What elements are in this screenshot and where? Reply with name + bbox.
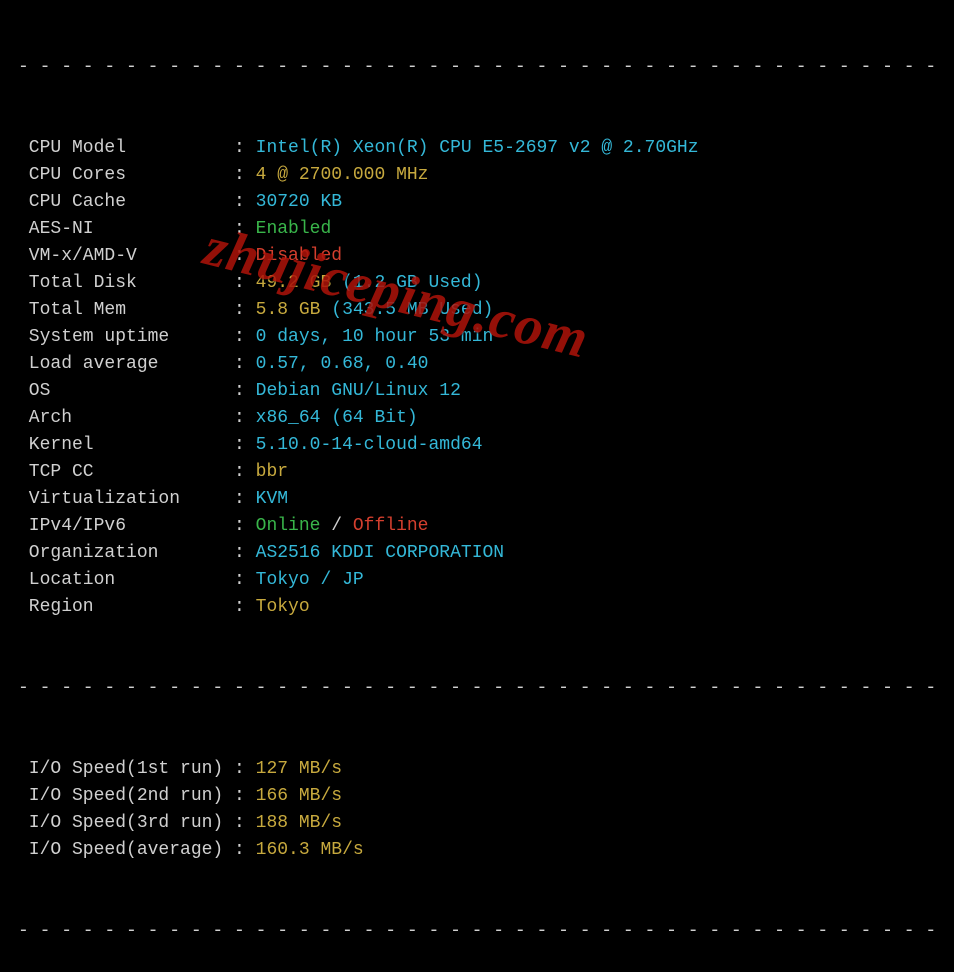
row-label: System uptime (18, 324, 234, 351)
row-colon: : (234, 759, 256, 779)
system-info-row: TCP CC : bbr (18, 459, 936, 486)
row-colon: : (234, 138, 256, 158)
row-label: Location (18, 567, 234, 594)
row-label: Organization (18, 540, 234, 567)
row-colon: : (234, 354, 256, 374)
row-value: (343.5 MB Used) (331, 300, 493, 320)
row-colon: : (234, 813, 256, 833)
system-info-row: System uptime : 0 days, 10 hour 53 min (18, 324, 936, 351)
row-value: x86_64 (64 Bit) (256, 408, 418, 428)
system-info-block: CPU Model : Intel(R) Xeon(R) CPU E5-2697… (18, 135, 936, 621)
row-colon: : (234, 246, 256, 266)
system-info-row: Kernel : 5.10.0-14-cloud-amd64 (18, 432, 936, 459)
row-label: AES-NI (18, 216, 234, 243)
row-value: 30720 KB (256, 192, 342, 212)
io-speed-block: I/O Speed(1st run) : 127 MB/s I/O Speed(… (18, 756, 936, 864)
row-value: Disabled (256, 246, 342, 266)
row-colon: : (234, 570, 256, 590)
system-info-row: CPU Cores : 4 @ 2700.000 MHz (18, 162, 936, 189)
row-value: / (320, 516, 352, 536)
system-info-row: IPv4/IPv6 : Online / Offline (18, 513, 936, 540)
row-colon: : (234, 543, 256, 563)
row-label: CPU Cache (18, 189, 234, 216)
system-info-row: VM-x/AMD-V : Disabled (18, 243, 936, 270)
row-colon: : (234, 840, 256, 860)
system-info-row: Load average : 0.57, 0.68, 0.40 (18, 351, 936, 378)
system-info-row: Location : Tokyo / JP (18, 567, 936, 594)
row-value: Enabled (256, 219, 332, 239)
row-label: Region (18, 594, 234, 621)
row-colon: : (234, 165, 256, 185)
row-value: 4 @ 2700.000 MHz (256, 165, 429, 185)
row-label: Kernel (18, 432, 234, 459)
row-label: I/O Speed(average) (18, 837, 234, 864)
row-value: KVM (256, 489, 288, 509)
row-value: 49.2 GB (256, 273, 342, 293)
row-value: 0.57, 0.68, 0.40 (256, 354, 429, 374)
row-value: 5.8 GB (256, 300, 332, 320)
system-info-row: OS : Debian GNU/Linux 12 (18, 378, 936, 405)
row-label: IPv4/IPv6 (18, 513, 234, 540)
system-info-row: Total Disk : 49.2 GB (1.2 GB Used) (18, 270, 936, 297)
terminal-output: - - - - - - - - - - - - - - - - - - - - … (0, 0, 954, 972)
io-speed-row: I/O Speed(1st run) : 127 MB/s (18, 756, 936, 783)
row-colon: : (234, 219, 256, 239)
row-value: Online (256, 516, 321, 536)
row-colon: : (234, 516, 256, 536)
row-value: Intel(R) Xeon(R) CPU E5-2697 v2 @ 2.70GH… (256, 138, 699, 158)
row-colon: : (234, 273, 256, 293)
divider-top: - - - - - - - - - - - - - - - - - - - - … (18, 54, 936, 81)
system-info-row: Organization : AS2516 KDDI CORPORATION (18, 540, 936, 567)
row-label: I/O Speed(1st run) (18, 756, 234, 783)
row-value: Debian GNU/Linux 12 (256, 381, 461, 401)
row-label: Arch (18, 405, 234, 432)
row-colon: : (234, 192, 256, 212)
row-value: AS2516 KDDI CORPORATION (256, 543, 504, 563)
system-info-row: Virtualization : KVM (18, 486, 936, 513)
row-value: 166 MB/s (256, 786, 342, 806)
row-colon: : (234, 300, 256, 320)
row-value: bbr (256, 462, 288, 482)
row-label: Load average (18, 351, 234, 378)
system-info-row: Arch : x86_64 (64 Bit) (18, 405, 936, 432)
row-colon: : (234, 435, 256, 455)
row-value: (1.2 GB Used) (342, 273, 482, 293)
row-colon: : (234, 408, 256, 428)
system-info-row: CPU Cache : 30720 KB (18, 189, 936, 216)
row-value: Tokyo / JP (256, 570, 364, 590)
row-label: VM-x/AMD-V (18, 243, 234, 270)
row-label: I/O Speed(3rd run) (18, 810, 234, 837)
row-label: CPU Cores (18, 162, 234, 189)
row-value: 160.3 MB/s (256, 840, 364, 860)
row-colon: : (234, 786, 256, 806)
row-colon: : (234, 489, 256, 509)
io-speed-row: I/O Speed(2nd run) : 166 MB/s (18, 783, 936, 810)
row-label: Virtualization (18, 486, 234, 513)
system-info-row: CPU Model : Intel(R) Xeon(R) CPU E5-2697… (18, 135, 936, 162)
row-value: 0 days, 10 hour 53 min (256, 327, 494, 347)
row-value: 5.10.0-14-cloud-amd64 (256, 435, 483, 455)
row-value: Tokyo (256, 597, 310, 617)
row-label: CPU Model (18, 135, 234, 162)
divider-bottom: - - - - - - - - - - - - - - - - - - - - … (18, 918, 936, 945)
system-info-row: Region : Tokyo (18, 594, 936, 621)
row-label: OS (18, 378, 234, 405)
row-label: I/O Speed(2nd run) (18, 783, 234, 810)
row-value: 127 MB/s (256, 759, 342, 779)
row-colon: : (234, 462, 256, 482)
io-speed-row: I/O Speed(3rd run) : 188 MB/s (18, 810, 936, 837)
row-label: Total Disk (18, 270, 234, 297)
io-speed-row: I/O Speed(average) : 160.3 MB/s (18, 837, 936, 864)
row-value: Offline (353, 516, 429, 536)
system-info-row: AES-NI : Enabled (18, 216, 936, 243)
row-colon: : (234, 597, 256, 617)
row-value: 188 MB/s (256, 813, 342, 833)
row-label: Total Mem (18, 297, 234, 324)
divider-mid: - - - - - - - - - - - - - - - - - - - - … (18, 675, 936, 702)
row-colon: : (234, 327, 256, 347)
system-info-row: Total Mem : 5.8 GB (343.5 MB Used) (18, 297, 936, 324)
row-label: TCP CC (18, 459, 234, 486)
row-colon: : (234, 381, 256, 401)
